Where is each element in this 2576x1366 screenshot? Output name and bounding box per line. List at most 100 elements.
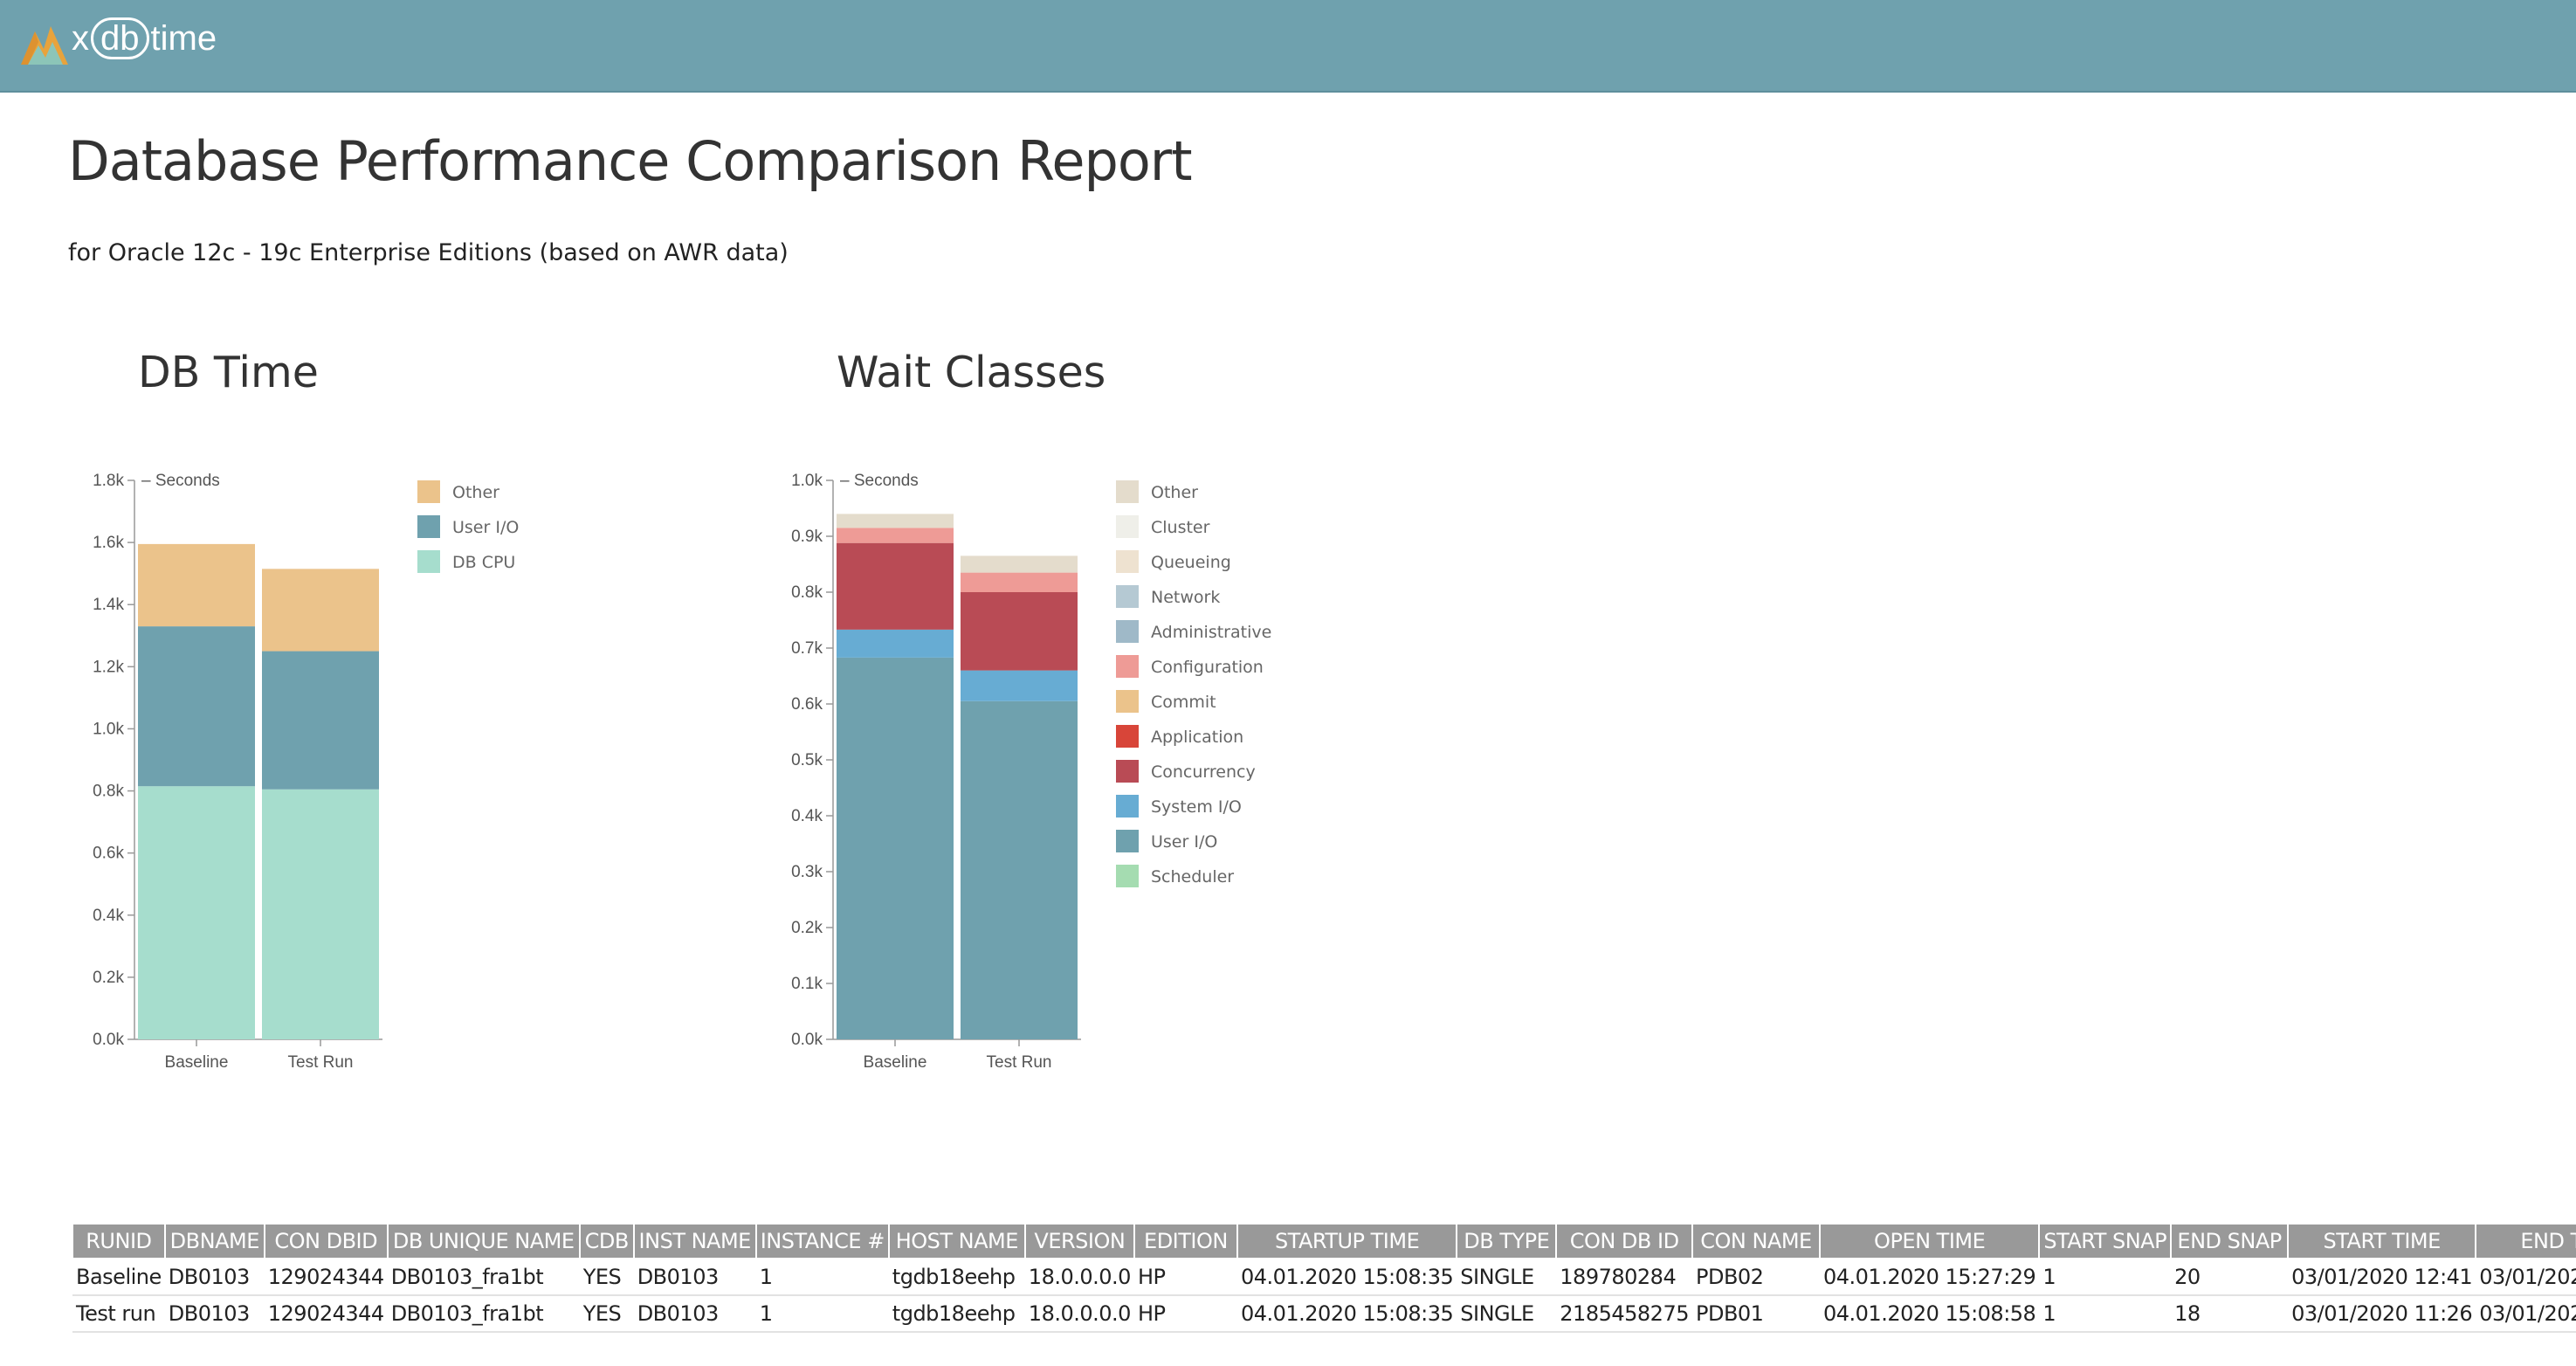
- wait-classes-legend-label: Configuration: [1151, 658, 1264, 677]
- wait-classes-y-tick-label: 0.2k: [791, 919, 823, 937]
- wait-classes-bar-concurrency: [961, 592, 1078, 671]
- wait-classes-y-tick-label: 0.5k: [791, 751, 823, 769]
- db-time-x-tick-label: Baseline: [165, 1053, 229, 1072]
- db-time-y-tick-label: 1.2k: [93, 658, 124, 676]
- wait-classes-y-tick-label: 0.6k: [791, 695, 823, 714]
- wait-classes-legend-swatch: [1116, 760, 1139, 783]
- wait-classes-legend-label: System I/O: [1151, 797, 1242, 817]
- table-cell: 189780284: [1556, 1259, 1692, 1296]
- wait-classes-bar-other: [837, 514, 954, 528]
- column-header: OPEN TIME: [1818, 1223, 2041, 1259]
- wait-classes-bar-other: [961, 555, 1078, 573]
- column-header: CON DB ID: [1555, 1223, 1693, 1259]
- table-cell: tgdb18eehp: [888, 1259, 1025, 1296]
- db-time-x-tick-label: Test Run: [288, 1053, 354, 1072]
- db-time-y-tick-label: 0.4k: [93, 907, 124, 925]
- wait-classes-y-tick-label: 0.3k: [791, 863, 823, 881]
- wait-classes-y-axis-label: – Seconds: [840, 472, 919, 490]
- table-cell: 1: [2039, 1259, 2172, 1296]
- table-cell: 03/01/2020 11:26: [2288, 1295, 2476, 1333]
- db-time-legend-swatch: [417, 480, 440, 503]
- db-time-bar-user-i-o: [262, 651, 379, 790]
- wait-classes-x-tick-label: Test Run: [987, 1053, 1052, 1072]
- wait-classes-y-tick-label: 0.7k: [791, 639, 823, 658]
- table-cell: 18.0.0.0.0: [1024, 1259, 1134, 1296]
- wait-classes-bar-configuration: [961, 572, 1078, 592]
- wait-classes-legend-label: Administrative: [1151, 623, 1271, 642]
- table-cell: YES: [579, 1259, 634, 1296]
- table-cell: 2185458275: [1556, 1295, 1692, 1333]
- table-cell: 04.01.2020 15:27:29: [1819, 1259, 2040, 1296]
- db-time-bar-other: [262, 569, 379, 652]
- column-header: DB TYPE: [1456, 1223, 1558, 1259]
- wait-classes-bar-configuration: [837, 528, 954, 543]
- wait-classes-legend-label: Concurrency: [1151, 762, 1256, 782]
- column-header: RUNID: [72, 1223, 166, 1259]
- table-cell: Test run: [72, 1295, 165, 1333]
- charts-canvas: 0.0k 0.2k 0.4k 0.6k 0.8k 1.0k 1.2k 1.4k 1.6k 1.8k…: [93, 472, 1271, 1072]
- table-cell: 18: [2171, 1295, 2289, 1333]
- table-cell: PDB02: [1691, 1259, 1820, 1296]
- table-cell: 1: [2039, 1295, 2172, 1333]
- table-cell: DB0103: [164, 1295, 265, 1333]
- wait-classes-legend-label: Queueing: [1151, 553, 1231, 572]
- column-header: START SNAP: [2038, 1223, 2173, 1259]
- column-header: HOST NAME: [887, 1223, 1026, 1259]
- table-cell: 04.01.2020 15:08:35: [1236, 1259, 1457, 1296]
- table-cell: DB0103: [633, 1295, 756, 1333]
- wait-classes-x-tick-label: Baseline: [864, 1053, 927, 1072]
- table-cell: DB0103: [633, 1259, 756, 1296]
- wait-classes-legend-swatch: [1116, 830, 1139, 852]
- table-cell: DB0103_fra1bt: [387, 1259, 580, 1296]
- table-cell: Baseline: [72, 1259, 165, 1296]
- table-cell: 129024344: [264, 1259, 388, 1296]
- column-header: DB UNIQUE NAME: [386, 1223, 581, 1259]
- db-time-legend-label: Other: [452, 483, 499, 502]
- table-cell: 04.01.2020 15:08:58: [1819, 1295, 2040, 1333]
- column-header: DBNAME: [163, 1223, 265, 1259]
- db-time-legend-label: User I/O: [452, 518, 519, 537]
- wait-classes-legend-label: Network: [1151, 588, 1220, 607]
- table-cell: 1: [755, 1295, 889, 1333]
- db-time-bar-user-i-o: [138, 626, 255, 787]
- wait-classes-bar-system-i-o: [837, 629, 954, 658]
- column-header: CDB: [578, 1223, 635, 1259]
- db-time-y-tick-label: 0.2k: [93, 969, 124, 987]
- table-cell: 1: [755, 1259, 889, 1296]
- wait-classes-legend-swatch: [1116, 515, 1139, 538]
- column-header: END SNAP: [2170, 1223, 2290, 1259]
- table-cell: 03/01/2020 14:20: [2476, 1295, 2576, 1333]
- table-cell: HP: [1133, 1259, 1237, 1296]
- wait-classes-legend-label: Other: [1151, 483, 1198, 502]
- wait-classes-y-tick-label: 0.1k: [791, 975, 823, 993]
- db-time-y-tick-label: 0.0k: [93, 1031, 124, 1049]
- table-cell: SINGLE: [1457, 1259, 1557, 1296]
- db-time-y-axis-label: – Seconds: [141, 472, 220, 490]
- db-time-y-tick-label: 1.6k: [93, 534, 124, 552]
- column-header: CON NAME: [1691, 1223, 1821, 1259]
- wait-classes-legend-label: Application: [1151, 728, 1243, 747]
- column-header: INST NAME: [632, 1223, 757, 1259]
- table-cell: 03/01/2020 12:41: [2288, 1259, 2476, 1296]
- run-info-table: RUNID DBNAME CON DBID DB UNIQUE NAME CDB…: [72, 1223, 2576, 1333]
- wait-classes-y-tick-label: 1.0k: [791, 472, 823, 490]
- wait-classes-bar-user-i-o: [961, 700, 1078, 1039]
- db-time-legend-swatch: [417, 550, 440, 573]
- wait-classes-legend-swatch: [1116, 865, 1139, 887]
- db-time-legend-label: DB CPU: [452, 553, 515, 572]
- table-cell: 03/01/2020 15:50: [2476, 1259, 2576, 1296]
- table-cell: DB0103: [164, 1259, 265, 1296]
- wait-classes-legend-swatch: [1116, 795, 1139, 818]
- table-cell: PDB01: [1691, 1295, 1820, 1333]
- wait-classes-y-tick-label: 0.0k: [791, 1031, 823, 1049]
- wait-classes-bar-user-i-o: [837, 657, 954, 1039]
- wait-classes-y-tick-label: 0.8k: [791, 583, 823, 602]
- table-row: Test run DB0103 129024344 DB0103_fra1bt …: [72, 1295, 2576, 1333]
- wait-classes-legend-swatch: [1116, 655, 1139, 678]
- wait-classes-legend-swatch: [1116, 480, 1139, 503]
- column-header: INSTANCE #: [754, 1223, 890, 1259]
- table-cell: 04.01.2020 15:08:35: [1236, 1295, 1457, 1333]
- db-time-y-tick-label: 1.8k: [93, 472, 124, 490]
- wait-classes-bar-system-i-o: [961, 670, 1078, 701]
- wait-classes-legend-swatch: [1116, 620, 1139, 643]
